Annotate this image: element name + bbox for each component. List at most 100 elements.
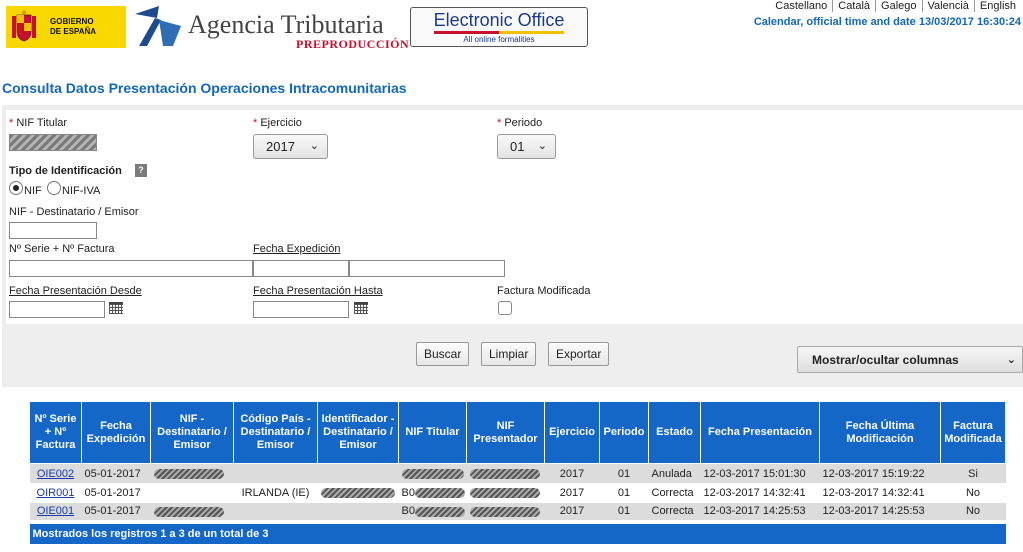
ejercicio-cell: 2017 — [544, 502, 600, 523]
buscar-button[interactable]: Buscar — [416, 342, 470, 366]
redacted-value — [469, 468, 540, 479]
col-header-nif-destinatario[interactable]: NIF - Destinatario / Emisor — [150, 401, 234, 464]
identificador-cell — [317, 502, 399, 523]
fecha-presentacion-cell: 12-03-2017 14:32:41 — [703, 486, 806, 499]
search-form: * NIF Titular * Ejercicio 2017 ⌄ * Period… — [2, 105, 1023, 387]
serie-link[interactable]: OIR001 — [37, 487, 75, 499]
chevron-down-icon: ⌄ — [537, 140, 547, 152]
identificador-cell — [318, 483, 399, 503]
factura-modificada-cell: No — [965, 486, 981, 499]
calendar-icon[interactable] — [109, 302, 123, 314]
estado-cell: Anulada — [648, 463, 701, 484]
col-header-serie[interactable]: Nº Serie + Nº Factura — [29, 401, 82, 464]
toggle-columns-button[interactable]: Mostrar/ocultar columnas ⌄ — [797, 346, 1023, 373]
limpiar-button[interactable]: Limpiar — [481, 342, 537, 366]
nif-titular-field[interactable] — [9, 134, 97, 151]
tipo-identificacion-label: Tipo de Identificación — [9, 165, 122, 177]
col-header-nif-presentador[interactable]: NIF Presentador — [466, 401, 545, 464]
fecha-desde-field[interactable] — [9, 301, 105, 318]
agency-name[interactable]: Agencia Tributaria — [188, 10, 384, 40]
factura-modificada-cell: Si — [940, 463, 1006, 484]
search-form-fields: * NIF Titular * Ejercicio 2017 ⌄ * Period… — [6, 110, 1023, 324]
exportar-button[interactable]: Exportar — [548, 342, 610, 366]
col-header-ejercicio[interactable]: Ejercicio — [544, 401, 600, 464]
fecha-expedicion-cell: 05-01-2017 — [81, 463, 151, 484]
radio-nif-iva-label: NIF-IVA — [62, 185, 101, 197]
table-row: OIE002 05-01-2017 2017 01 Anulada 12-03-… — [29, 463, 1006, 484]
ejercicio-cell: 2017 — [559, 486, 585, 499]
fecha-desde-label[interactable]: Fecha Presentación Desde — [9, 285, 142, 297]
results-table: Nº Serie + Nº Factura Fecha Expedición N… — [29, 401, 1006, 544]
calendar-icon[interactable] — [354, 302, 368, 314]
serie-factura-field[interactable] — [9, 260, 253, 277]
redacted-value — [320, 487, 395, 498]
redacted-value — [414, 506, 465, 517]
nif-titular-cell: B0 — [398, 502, 467, 523]
estado-cell: Correcta — [651, 486, 694, 499]
col-header-nif-titular[interactable]: NIF Titular — [398, 401, 467, 464]
col-header-periodo[interactable]: Periodo — [599, 401, 649, 464]
factura-modificada-checkbox[interactable] — [498, 301, 512, 315]
coat-of-arms-icon — [12, 10, 36, 42]
redacted-value — [469, 506, 540, 517]
col-header-estado[interactable]: Estado — [648, 401, 701, 464]
eoffice-subtitle: All online formalities — [463, 35, 535, 44]
codigo-pais-cell — [233, 502, 318, 523]
calendar-link[interactable]: Calendar, official time and date 13/03/2… — [754, 16, 1021, 28]
col-header-fecha-expedicion[interactable]: Fecha Expedición — [81, 401, 151, 464]
site-header: GOBIERNO DE ESPAÑA Agencia Tributaria PR… — [0, 0, 1023, 56]
lang-galego[interactable]: Galego — [875, 0, 922, 12]
help-icon[interactable]: ? — [135, 164, 147, 177]
lang-valencia[interactable]: Valencià — [921, 0, 974, 12]
eoffice-stripe — [434, 31, 564, 34]
lang-castellano[interactable]: Castellano — [770, 0, 832, 12]
nif-destinatario-cell — [150, 463, 234, 484]
periodo-cell: 01 — [617, 486, 631, 499]
nif-destinatario-cell — [150, 502, 234, 523]
ejercicio-label: * Ejercicio — [253, 117, 302, 129]
codigo-pais-cell: IRLANDA (IE) — [241, 486, 310, 499]
periodo-label: * Periodo — [497, 117, 543, 129]
factura-modificada-cell: No — [940, 502, 1006, 523]
serie-link[interactable]: OIE001 — [37, 505, 74, 517]
periodo-cell: 01 — [599, 502, 649, 523]
lang-catala[interactable]: Català — [832, 0, 876, 12]
table-row: OIR001 05-01-2017 IRLANDA (IE) B0 2017 0… — [30, 483, 1006, 503]
fecha-hasta-field[interactable] — [253, 301, 349, 318]
serie-link[interactable]: OIE002 — [37, 468, 74, 480]
environment-label: PREPRODUCCIÓN — [296, 37, 410, 51]
col-header-fecha-ultima-modificacion[interactable]: Fecha Última Modificación — [819, 401, 941, 464]
fecha-expedicion-extra-field[interactable] — [349, 260, 505, 277]
table-row: OIE001 05-01-2017 B0 2017 01 Correcta 12… — [29, 502, 1006, 523]
serie-factura-label: Nº Serie + Nº Factura — [9, 243, 115, 255]
fecha-hasta-label[interactable]: Fecha Presentación Hasta — [253, 285, 383, 297]
col-header-factura-modificada[interactable]: Factura Modificada — [940, 401, 1006, 464]
lang-english[interactable]: English — [973, 0, 1021, 12]
redacted-value — [153, 506, 224, 517]
language-selector: Castellano Català Galego Valencià English — [770, 0, 1021, 12]
col-header-codigo-pais[interactable]: Código País - Destinatario / Emisor — [233, 401, 318, 464]
nif-destinatario-cell — [151, 483, 234, 503]
records-summary: Mostrados los registros 1 a 3 de un tota… — [29, 520, 1006, 544]
chevron-down-icon: ⌄ — [309, 140, 319, 152]
gobierno-logo[interactable]: GOBIERNO DE ESPAÑA — [6, 6, 126, 48]
periodo-select[interactable]: 01 ⌄ — [497, 134, 556, 159]
fecha-modificacion-cell: 12-03-2017 14:25:53 — [819, 502, 941, 523]
fecha-modificacion-cell: 12-03-2017 15:19:22 — [819, 463, 941, 484]
fecha-expedicion-label[interactable]: Fecha Expedición — [253, 243, 340, 255]
codigo-pais-cell — [233, 463, 318, 484]
ejercicio-select[interactable]: 2017 ⌄ — [253, 134, 328, 159]
electronic-office-banner[interactable]: Electronic Office All online formalities — [410, 7, 588, 47]
fecha-presentacion-cell: 12-03-2017 14:25:53 — [700, 502, 820, 523]
redacted-value — [414, 487, 465, 498]
col-header-fecha-presentacion[interactable]: Fecha Presentación — [700, 401, 820, 464]
nif-destinatario-field[interactable] — [9, 222, 97, 239]
fecha-expedicion-field[interactable] — [253, 260, 349, 277]
radio-nif-label: NIF — [24, 185, 42, 197]
radio-nif[interactable] — [9, 181, 23, 195]
col-header-identificador[interactable]: Identificador - Destinatario / Emisor — [317, 401, 399, 464]
redacted-value — [469, 487, 540, 498]
nif-destinatario-label: NIF - Destinatario / Emisor — [9, 206, 139, 218]
agencia-tributaria-emblem-icon — [135, 6, 181, 46]
radio-nif-iva[interactable] — [47, 181, 61, 195]
